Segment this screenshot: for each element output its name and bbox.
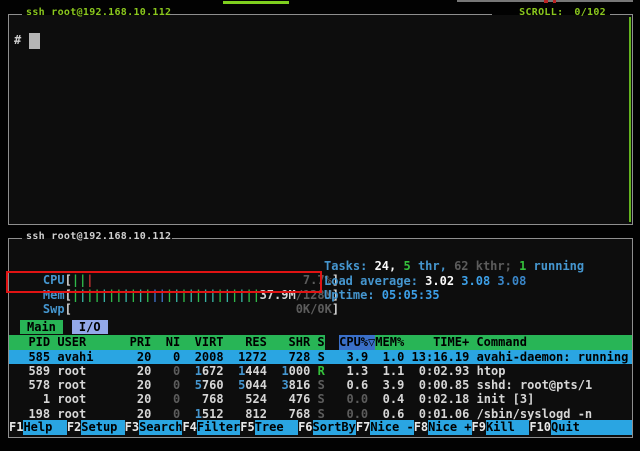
fkey-f4[interactable]: F4Filter bbox=[182, 420, 240, 435]
header-gap bbox=[325, 335, 339, 350]
mem-meter: Mem[||||||||||||||||||||||||||37.9M/128M… bbox=[14, 274, 339, 288]
process-table-header[interactable]: PID USER PRI NI VIRT RES SHR S CPU%▽MEM%… bbox=[9, 335, 632, 350]
panel-border bbox=[172, 238, 632, 239]
process-row[interactable]: 578 root 20 0 5760 5044 3816 S 0.6 3.9 0… bbox=[9, 378, 632, 392]
panel-border bbox=[8, 224, 633, 225]
panel-border bbox=[170, 14, 492, 15]
process-row[interactable]: 1 root 20 0 768 524 476 S 0.0 0.4 0:02.1… bbox=[9, 392, 632, 406]
panel-border bbox=[8, 14, 22, 15]
top-pane-title: ssh root@192.168.10.112 bbox=[26, 7, 171, 18]
process-row[interactable]: 585 avahi 20 0 2008 1272 728 S 3.9 1.0 1… bbox=[9, 350, 632, 364]
video-artifact-green bbox=[223, 1, 289, 4]
scroll-position-line bbox=[629, 17, 631, 222]
swap-meter: Swp[0K/0K] bbox=[14, 288, 339, 302]
swap-meter-value: 0K/0K bbox=[296, 302, 332, 316]
tab-io[interactable]: I/O bbox=[72, 320, 108, 334]
bottom-pane-title: ssh root@192.168.10.112 bbox=[26, 231, 171, 242]
panel-border bbox=[8, 14, 9, 225]
screen: ssh root@192.168.10.112 SCROLL: 0/102 # s… bbox=[0, 0, 640, 451]
header-sort-column[interactable]: CPU%▽ bbox=[339, 335, 375, 350]
header-columns-right[interactable]: MEM% TIME+ Command bbox=[375, 335, 527, 350]
process-row[interactable]: 198 root 20 0 1512 812 768 S 0.0 0.6 0:0… bbox=[9, 407, 632, 421]
terminal-cursor bbox=[29, 33, 40, 49]
fkey-f6[interactable]: F6SortBy bbox=[298, 420, 356, 435]
load-average: Load average: 3.02 3.08 3.08 bbox=[324, 274, 526, 288]
panel-border bbox=[8, 437, 633, 438]
scroll-label: SCROLL: bbox=[519, 7, 563, 18]
top-terminal-pane[interactable] bbox=[9, 15, 632, 224]
fkey-f5[interactable]: F5Tree bbox=[240, 420, 298, 435]
fkey-f1[interactable]: F1Help bbox=[9, 420, 67, 435]
fkey-f8[interactable]: F8Nice + bbox=[414, 420, 472, 435]
panel-border bbox=[632, 14, 633, 225]
screen-tabs: Main I/O bbox=[20, 320, 108, 334]
video-artifact-red bbox=[544, 0, 548, 3]
fkey-bar: F1Help F2Setup F3SearchF4FilterF5Tree F6… bbox=[9, 420, 632, 435]
fkey-f7[interactable]: F7Nice - bbox=[356, 420, 414, 435]
tab-main[interactable]: Main bbox=[20, 320, 63, 334]
fkey-f3[interactable]: F3Search bbox=[125, 420, 183, 435]
uptime: Uptime: 05:05:35 bbox=[324, 288, 440, 302]
panel-border bbox=[632, 238, 633, 438]
fkey-f2[interactable]: F2Setup bbox=[67, 420, 125, 435]
panel-border bbox=[8, 238, 22, 239]
swap-meter-label: Swp bbox=[43, 302, 65, 316]
fkey-f10[interactable]: F10Quit bbox=[529, 420, 632, 435]
scroll-indicator: SCROLL: 0/102 bbox=[480, 7, 606, 18]
scroll-value: 0/102 bbox=[574, 7, 606, 18]
shell-prompt: # bbox=[14, 33, 21, 47]
cpu-meter: CPU[|||7.7%] bbox=[14, 259, 339, 273]
tasks-summary: Tasks: 24, 5 thr, 62 kthr; 1 running bbox=[324, 259, 584, 273]
video-artifact-red bbox=[553, 0, 556, 3]
header-columns-left[interactable]: PID USER PRI NI VIRT RES SHR S bbox=[14, 335, 325, 350]
fkey-f9[interactable]: F9Kill bbox=[472, 420, 530, 435]
sort-desc-icon: ▽ bbox=[368, 335, 375, 349]
panel-border bbox=[610, 14, 633, 15]
process-row[interactable]: 589 root 20 0 1672 1444 1000 R 1.3 1.1 0… bbox=[9, 364, 632, 378]
